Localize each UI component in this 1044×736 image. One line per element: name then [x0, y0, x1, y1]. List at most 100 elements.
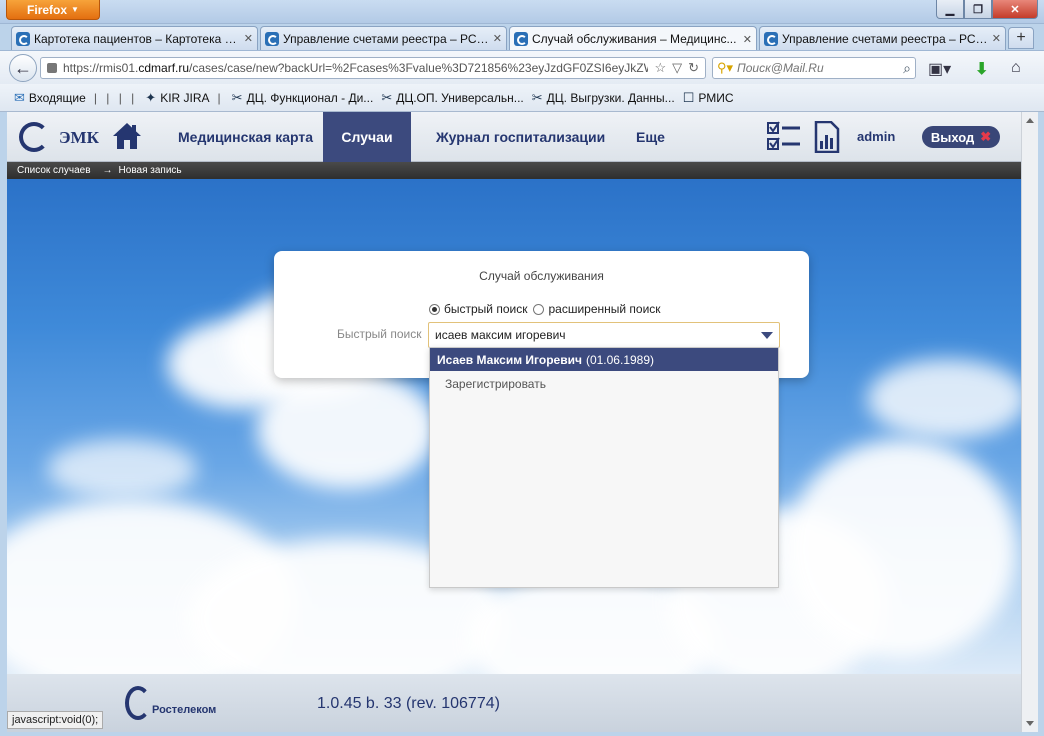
breadcrumb: Список случаев → Новая запись: [7, 162, 1021, 179]
tab-close-icon[interactable]: ✕: [992, 32, 1001, 45]
tab-service-case[interactable]: Случай обслуживания – Медицинс... ✕: [509, 26, 757, 51]
radio-quick-search-label[interactable]: быстрый поиск: [444, 302, 527, 316]
download-icon[interactable]: ⬇: [975, 59, 988, 79]
tools-icon: ✂: [231, 89, 243, 105]
bookmark-label: РМИС: [698, 90, 734, 105]
scroll-up-icon[interactable]: [1026, 118, 1034, 123]
minimize-button[interactable]: ▁: [936, 0, 964, 19]
tab-registry-accounts-2[interactable]: Управление счетами реестра – РС Е... ✕: [759, 26, 1006, 50]
back-button[interactable]: ←: [9, 54, 37, 82]
bookmark-kir-jira[interactable]: ✦ KIR JIRA: [145, 90, 209, 106]
bookmark-label: Входящие: [28, 90, 86, 105]
site-favicon-icon: [265, 31, 279, 46]
address-bar[interactable]: https://rmis01.cdmarf.ru/cases/case/new?…: [40, 57, 706, 79]
browser-status-bar: javascript:void(0);: [7, 711, 104, 729]
window-frame-right: [1038, 112, 1044, 736]
maximize-button[interactable]: ❐: [964, 0, 992, 19]
chevron-down-icon: ▼: [71, 5, 79, 14]
app-footer: Ростелеком 1.0.45 b. 33 (rev. 106774): [7, 674, 1021, 732]
tab-registry-accounts[interactable]: Управление счетами реестра – РС Е... ✕: [260, 26, 507, 50]
logout-label: Выход: [930, 129, 975, 145]
quick-search-input[interactable]: [435, 328, 761, 342]
url-text[interactable]: https://rmis01.cdmarf.ru/cases/case/new?…: [63, 61, 648, 75]
tools-icon: ✂: [381, 89, 393, 105]
firefox-menu-label: Firefox: [27, 2, 68, 17]
quick-search-combobox[interactable]: [428, 322, 780, 348]
quick-search-label: Быстрый поиск: [337, 327, 422, 341]
reload-icon[interactable]: ↻: [688, 60, 699, 76]
emk-logo-icon[interactable]: [19, 122, 49, 152]
app-brand[interactable]: ЭМК: [59, 128, 99, 148]
window-frame-bottom: [0, 732, 1044, 736]
history-dropdown-icon[interactable]: ▽: [672, 60, 682, 76]
suggestion-patient[interactable]: Исаев Максим Игоревич (01.06.1989): [430, 348, 778, 371]
register-option[interactable]: Зарегистрировать: [430, 372, 778, 396]
bookmark-dc-exports[interactable]: ✂ ДЦ. Выгрузки. Данны...: [532, 90, 675, 106]
tools-icon: ✂: [531, 89, 543, 105]
scroll-down-icon[interactable]: [1026, 721, 1034, 726]
radio-extended-search[interactable]: [533, 303, 545, 315]
nav-more[interactable]: Еще: [614, 112, 687, 162]
search-mode-group: быстрый поиск расширенный поиск: [429, 302, 661, 316]
bookmark-star-icon[interactable]: ☆: [654, 60, 666, 76]
checklist-icon[interactable]: [767, 121, 801, 153]
window-titlebar: Firefox ▼ ▁ ❐ ✕: [0, 0, 1044, 24]
url-prefix: https://rmis01.: [63, 61, 139, 75]
search-input[interactable]: [737, 61, 900, 75]
site-favicon-icon: [16, 31, 30, 46]
home-page-icon[interactable]: ⌂: [1011, 59, 1021, 77]
nav-hospitalization-journal[interactable]: Журнал госпитализации: [414, 112, 627, 162]
bookmarks-toolbar: ✉ Входящие | | | | ✦ KIR JIRA | ✂ ДЦ. Фу…: [0, 84, 1044, 112]
bookmark-dc-universal[interactable]: ✂ ДЦ.ОП. Универсальн...: [381, 90, 523, 106]
report-document-icon[interactable]: [814, 121, 840, 153]
company-name: Ростелеком: [152, 704, 217, 716]
home-icon[interactable]: [111, 120, 143, 152]
nav-cases[interactable]: Случаи: [323, 112, 411, 162]
tab-title: Управление счетами реестра – РС Е...: [283, 31, 489, 46]
breadcrumb-arrow-icon: →: [102, 165, 113, 176]
page-scrollbar[interactable]: [1021, 112, 1038, 732]
url-path: /cases/case/new?backUrl=%2Fcases%3Fvalue…: [189, 61, 649, 75]
radio-quick-search[interactable]: [429, 303, 440, 315]
search-engine-icon[interactable]: ⚲▾: [717, 60, 733, 76]
tab-title: Управление счетами реестра – РС Е...: [782, 31, 988, 46]
search-icon[interactable]: ⌕: [903, 60, 911, 77]
app-version: 1.0.45 b. 33 (rev. 106774): [317, 695, 500, 712]
arrow-left-icon: ←: [14, 57, 32, 78]
tab-close-icon[interactable]: ✕: [244, 32, 253, 45]
close-window-button[interactable]: ✕: [992, 0, 1038, 19]
suggestion-patient-name: Исаев Максим Игоревич: [437, 352, 582, 367]
bookmark-rmis[interactable]: ☐ РМИС: [683, 90, 734, 106]
suggestion-patient-birthdate: (01.06.1989): [585, 352, 655, 367]
navigation-toolbar: ← https://rmis01.cdmarf.ru/cases/case/ne…: [0, 50, 1044, 84]
jira-icon: ✦: [145, 89, 157, 105]
site-favicon-icon: [764, 31, 778, 46]
window-controls: ▁ ❐ ✕: [936, 0, 1038, 19]
window-frame-left: [0, 112, 7, 736]
bookmark-separator: |: [217, 90, 224, 105]
tab-patients[interactable]: Картотека пациентов – Картотека п... ✕: [11, 26, 258, 50]
bookmarks-menu-icon[interactable]: ▣▾: [928, 59, 951, 79]
breadcrumb-cases-list[interactable]: Список случаев: [17, 165, 91, 176]
close-icon: ✖: [980, 129, 992, 144]
new-tab-button[interactable]: +: [1008, 27, 1034, 49]
tab-strip: Картотека пациентов – Картотека п... ✕ У…: [0, 24, 1044, 51]
mail-icon: ✉: [14, 89, 25, 105]
page-icon: ☐: [682, 89, 695, 105]
search-bar[interactable]: ⚲▾ ⌕: [712, 57, 916, 79]
site-favicon-icon: [514, 32, 528, 46]
tab-close-icon[interactable]: ✕: [743, 33, 752, 46]
bookmark-dc-functional[interactable]: ✂ ДЦ. Функционал - Ди...: [232, 90, 374, 106]
bookmark-inbox[interactable]: ✉ Входящие: [14, 90, 86, 106]
minimize-icon: ▁: [945, 3, 955, 16]
logout-button[interactable]: Выход ✖: [922, 126, 1000, 148]
site-identity-icon[interactable]: [47, 63, 57, 73]
breadcrumb-current: Новая запись: [118, 165, 182, 176]
tab-close-icon[interactable]: ✕: [493, 32, 502, 45]
chevron-down-icon[interactable]: [761, 331, 773, 339]
nav-medical-card[interactable]: Медицинская карта: [156, 112, 335, 162]
radio-extended-search-label[interactable]: расширенный поиск: [548, 302, 660, 316]
current-user[interactable]: admin: [857, 129, 895, 144]
firefox-menu-button[interactable]: Firefox ▼: [6, 0, 100, 20]
bookmark-label: ДЦ. Выгрузки. Данны...: [546, 90, 675, 105]
